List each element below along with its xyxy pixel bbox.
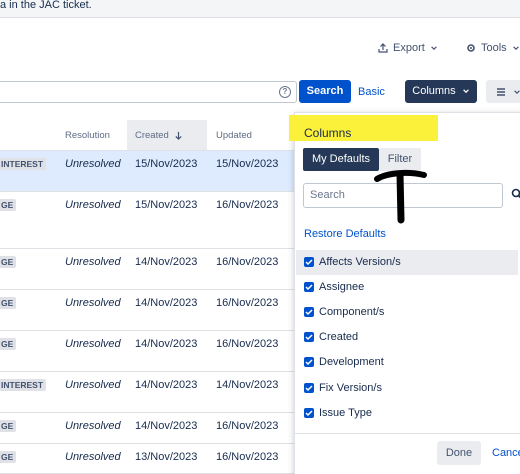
column-option-label: Created bbox=[319, 331, 359, 343]
cell-resolution: Unresolved bbox=[65, 158, 121, 170]
table-row[interactable]: GE Unresolved 15/Nov/2023 16/Nov/2023 bbox=[0, 192, 300, 249]
column-option[interactable]: Issue Type bbox=[296, 401, 518, 426]
column-option-label: Component/s bbox=[319, 306, 385, 318]
jql-search-input[interactable] bbox=[0, 81, 297, 103]
cell-created: 15/Nov/2023 bbox=[135, 199, 198, 211]
column-option-label: Issue Type bbox=[319, 407, 372, 419]
columns-button-label: Columns bbox=[412, 85, 456, 97]
cell-resolution: Unresolved bbox=[65, 451, 121, 463]
banner-text: a in the JAC ticket. bbox=[0, 0, 92, 11]
cell-resolution: Unresolved bbox=[65, 297, 121, 309]
export-button[interactable]: Export bbox=[378, 38, 438, 58]
panel-divider bbox=[295, 433, 520, 434]
table-row[interactable]: GE Unresolved 14/Nov/2023 16/Nov/2023 bbox=[0, 249, 300, 290]
status-lozenge: GE bbox=[0, 297, 17, 309]
export-icon bbox=[378, 43, 388, 53]
cell-updated: 16/Nov/2023 bbox=[216, 199, 279, 211]
done-button[interactable]: Done bbox=[437, 441, 481, 465]
table-row[interactable]: GE Unresolved 14/Nov/2023 16/Nov/2023 bbox=[0, 290, 300, 331]
table-header: Resolution Created Updated bbox=[0, 120, 300, 151]
cell-created: 14/Nov/2023 bbox=[135, 420, 198, 432]
status-lozenge: GE bbox=[0, 451, 17, 463]
search-button[interactable]: Search bbox=[299, 80, 351, 103]
column-option[interactable]: Development bbox=[296, 350, 518, 375]
export-label: Export bbox=[393, 42, 425, 54]
columns-panel-title: Columns bbox=[304, 126, 352, 140]
cell-updated: 16/Nov/2023 bbox=[216, 338, 279, 350]
table-row[interactable]: GE Unresolved 14/Nov/2023 16/Nov/2023 bbox=[0, 413, 300, 444]
cell-created: 14/Nov/2023 bbox=[135, 338, 198, 350]
basic-mode-link[interactable]: Basic bbox=[358, 86, 385, 98]
table-row[interactable]: INTEREST Unresolved 14/Nov/2023 14/Nov/2… bbox=[0, 372, 300, 413]
column-option-label: Fix Version/s bbox=[319, 382, 382, 394]
annotation-arrow-icon bbox=[374, 169, 427, 224]
checkbox-checked-icon[interactable] bbox=[304, 357, 314, 367]
sort-down-icon bbox=[175, 131, 183, 140]
checkbox-checked-icon[interactable] bbox=[304, 307, 314, 317]
checkbox-checked-icon[interactable] bbox=[304, 282, 314, 292]
header-updated[interactable]: Updated bbox=[216, 130, 252, 141]
column-option-label: Assignee bbox=[319, 281, 365, 293]
cell-updated: 16/Nov/2023 bbox=[216, 256, 279, 268]
column-option[interactable]: Affects Version/s bbox=[296, 250, 518, 275]
checkbox-checked-icon[interactable] bbox=[304, 383, 314, 393]
chevron-down-icon bbox=[431, 46, 437, 50]
status-lozenge: INTEREST bbox=[0, 379, 47, 391]
column-option[interactable]: Created bbox=[296, 325, 518, 350]
cell-resolution: Unresolved bbox=[65, 420, 121, 432]
cell-updated: 15/Nov/2023 bbox=[216, 158, 279, 170]
chevron-down-icon bbox=[512, 46, 519, 50]
info-banner: a in the JAC ticket. bbox=[0, 0, 520, 18]
tools-label: Tools bbox=[481, 42, 507, 54]
restore-defaults-link[interactable]: Restore Defaults bbox=[304, 228, 386, 240]
cell-updated: 16/Nov/2023 bbox=[216, 451, 279, 463]
cell-created: 13/Nov/2023 bbox=[135, 451, 198, 463]
status-lozenge: GE bbox=[0, 256, 17, 268]
table-row[interactable]: GE Unresolved 14/Nov/2023 16/Nov/2023 bbox=[0, 331, 300, 372]
cell-resolution: Unresolved bbox=[65, 199, 121, 211]
gear-icon bbox=[467, 44, 475, 52]
cell-resolution: Unresolved bbox=[65, 338, 121, 350]
table-row[interactable]: INTEREST Unresolved 15/Nov/2023 15/Nov/2… bbox=[0, 151, 300, 192]
table-row[interactable]: GE Unresolved 13/Nov/2023 16/Nov/2023 bbox=[0, 444, 300, 474]
checkbox-checked-icon[interactable] bbox=[304, 332, 314, 342]
status-lozenge: GE bbox=[0, 199, 17, 211]
checkbox-checked-icon[interactable] bbox=[304, 257, 314, 267]
cell-created: 14/Nov/2023 bbox=[135, 297, 198, 309]
column-option[interactable]: Assignee bbox=[296, 275, 518, 300]
cell-created: 14/Nov/2023 bbox=[135, 256, 198, 268]
header-created-label: Created bbox=[135, 130, 169, 141]
search-icon[interactable] bbox=[511, 188, 520, 200]
column-option-label: Affects Version/s bbox=[319, 256, 401, 268]
cancel-link[interactable]: Cance bbox=[492, 447, 520, 459]
column-option[interactable]: Component/s bbox=[296, 300, 518, 325]
cell-created: 14/Nov/2023 bbox=[135, 379, 198, 391]
cell-created: 15/Nov/2023 bbox=[135, 158, 198, 170]
help-icon[interactable]: ? bbox=[279, 86, 291, 98]
column-option[interactable]: Fix Version/s bbox=[296, 376, 518, 401]
header-created[interactable]: Created bbox=[135, 130, 183, 141]
header-resolution[interactable]: Resolution bbox=[65, 130, 110, 141]
tools-button[interactable]: Tools bbox=[466, 38, 520, 58]
tab-my-defaults[interactable]: My Defaults bbox=[303, 148, 379, 171]
chevron-down-icon bbox=[514, 90, 520, 94]
cell-updated: 16/Nov/2023 bbox=[216, 297, 279, 309]
cell-updated: 14/Nov/2023 bbox=[216, 379, 279, 391]
checkbox-checked-icon[interactable] bbox=[304, 408, 314, 418]
cell-updated: 16/Nov/2023 bbox=[216, 420, 279, 432]
view-menu-button[interactable] bbox=[486, 80, 520, 103]
hamburger-icon bbox=[497, 88, 505, 96]
status-lozenge: INTEREST bbox=[0, 158, 47, 170]
chevron-down-icon bbox=[462, 89, 469, 94]
cell-resolution: Unresolved bbox=[65, 256, 121, 268]
column-option-label: Development bbox=[319, 356, 384, 368]
status-lozenge: GE bbox=[0, 420, 17, 432]
status-lozenge: GE bbox=[0, 338, 17, 350]
cell-resolution: Unresolved bbox=[65, 379, 121, 391]
columns-button[interactable]: Columns bbox=[405, 80, 477, 103]
